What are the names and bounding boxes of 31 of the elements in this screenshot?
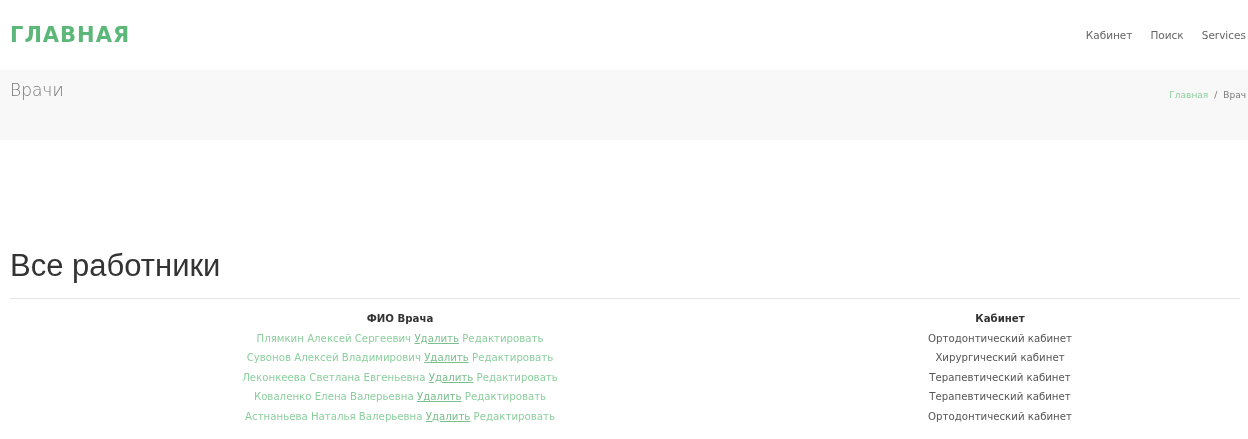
table-cell: Хирургический кабинет [935, 352, 1065, 363]
edit-link[interactable]: Редактировать [462, 332, 544, 344]
doctor-name: Плямкин Алексей Сергеевич [256, 332, 412, 344]
breadcrumb-link[interactable]: Главная [1169, 90, 1209, 100]
breadcrumb-separator: / [1214, 90, 1218, 100]
doctor-name: Коваленко Елена Валерьевна [253, 391, 414, 402]
delete-link[interactable]: Удалить [416, 391, 462, 402]
doctor-name: Сувонов Алексей Владимирович [246, 352, 421, 363]
edit-link[interactable]: Редактировать [464, 391, 547, 402]
table-cell: Терапевтический кабинет [929, 391, 1071, 402]
nav-link[interactable]: Кабинет [1085, 29, 1133, 41]
edit-link[interactable]: Редактировать [473, 410, 555, 422]
site-logo[interactable]: ГЛАВНАЯ [10, 23, 131, 47]
breadcrumb-current: Врач [1223, 90, 1246, 100]
delete-link[interactable]: Удалить [414, 332, 459, 344]
nav-link[interactable]: Services [1201, 29, 1246, 41]
delete-link[interactable]: Удалить [425, 410, 471, 422]
doctor-name: Астнаньева Наталья Валерьевна [245, 410, 423, 422]
section-heading: Все работники [10, 248, 222, 284]
table-cell: Терапевтический кабинет [929, 371, 1071, 383]
nav-link[interactable]: Поиск [1150, 29, 1184, 41]
edit-link[interactable]: Редактировать [472, 352, 554, 363]
column-header: Кабинет [974, 312, 1026, 326]
column-header: ФИО Врача [365, 312, 435, 326]
table-cell: Ортодонтический кабинет [928, 332, 1072, 344]
delete-link[interactable]: Удалить [424, 352, 469, 363]
delete-link[interactable]: Удалить [428, 371, 474, 383]
doctor-name: Леконкеева Светлана Евгеньевна [242, 371, 426, 383]
table-cell: Ортодонтический кабинет [928, 410, 1072, 422]
page-title: Врачи [10, 80, 64, 100]
edit-link[interactable]: Редактировать [476, 371, 558, 383]
